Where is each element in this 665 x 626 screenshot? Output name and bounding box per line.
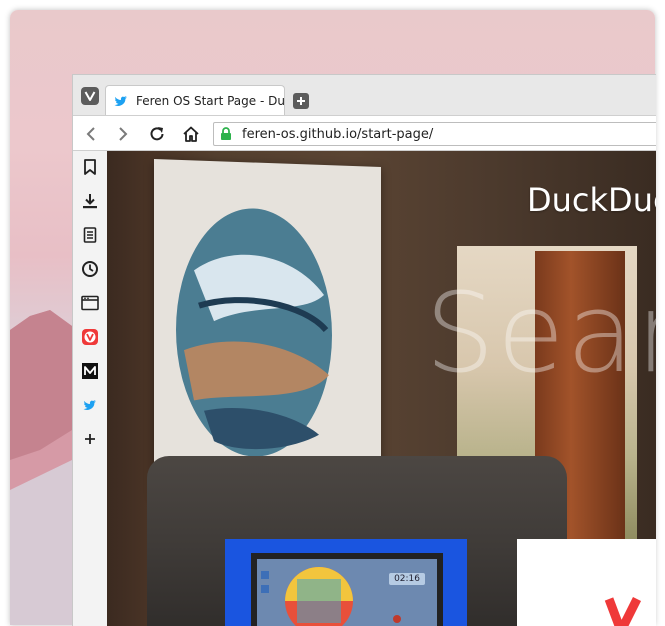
mountain-illustration xyxy=(10,310,72,625)
hero-search-text: Search xyxy=(425,269,656,397)
lock-icon xyxy=(221,127,231,140)
search-brand-title: DuckDuckGo xyxy=(527,181,656,219)
plus-icon xyxy=(85,434,95,444)
forward-button[interactable] xyxy=(113,124,133,144)
new-tab-button[interactable] xyxy=(293,93,309,109)
url-text: feren-os.github.io/start-page/ xyxy=(242,126,434,142)
vivaldi-menu-button[interactable] xyxy=(81,87,99,105)
start-page-content: DuckDuckGo Search 02:16 xyxy=(107,151,656,626)
reload-icon xyxy=(150,127,164,141)
notes-icon xyxy=(83,227,97,243)
promo-card-white[interactable] xyxy=(517,539,656,626)
vivaldi-logo-partial-icon xyxy=(604,596,642,626)
tab-bar: Feren OS Start Page - DuckDuckGo xyxy=(73,75,656,115)
side-panel xyxy=(73,151,108,626)
download-icon xyxy=(83,194,97,209)
wall-painting xyxy=(154,159,381,503)
panel-twitter-button[interactable] xyxy=(80,395,100,415)
url-field[interactable]: feren-os.github.io/start-page/ xyxy=(213,122,656,146)
panel-history-button[interactable] xyxy=(80,259,100,279)
vivaldi-icon xyxy=(82,329,98,345)
panel-medium-button[interactable] xyxy=(80,361,100,381)
hot-air-balloon-graphic xyxy=(257,559,437,626)
twitter-icon xyxy=(83,400,96,410)
tab-active[interactable]: Feren OS Start Page - DuckDuckGo xyxy=(105,85,285,115)
panel-notes-button[interactable] xyxy=(80,225,100,245)
tab-title: Feren OS Start Page - DuckDuckGo xyxy=(136,93,284,108)
reload-button[interactable] xyxy=(147,124,167,144)
laptop-clock: 02:16 xyxy=(389,573,425,585)
panel-window-button[interactable] xyxy=(80,293,100,313)
abstract-painting-graphic xyxy=(176,208,332,457)
plus-icon xyxy=(297,97,305,105)
address-bar: feren-os.github.io/start-page/ xyxy=(73,115,656,151)
home-button[interactable] xyxy=(181,124,201,144)
laptop-screen: 02:16 xyxy=(251,553,443,626)
panel-downloads-button[interactable] xyxy=(80,191,100,211)
browser-window: Feren OS Start Page - DuckDuckGo xyxy=(72,74,656,626)
vivaldi-logo-icon xyxy=(84,91,96,101)
panel-bookmarks-button[interactable] xyxy=(80,157,100,177)
bookmark-icon xyxy=(84,159,96,175)
window-icon xyxy=(81,295,99,311)
chevron-left-icon xyxy=(86,127,95,141)
medium-icon xyxy=(82,363,98,379)
chevron-right-icon xyxy=(119,127,128,141)
panel-vivaldi-button[interactable] xyxy=(80,327,100,347)
back-button[interactable] xyxy=(81,124,101,144)
panel-add-button[interactable] xyxy=(80,429,100,449)
clock-icon xyxy=(82,261,98,277)
home-icon xyxy=(183,126,199,142)
twitter-favicon-icon xyxy=(114,95,127,106)
